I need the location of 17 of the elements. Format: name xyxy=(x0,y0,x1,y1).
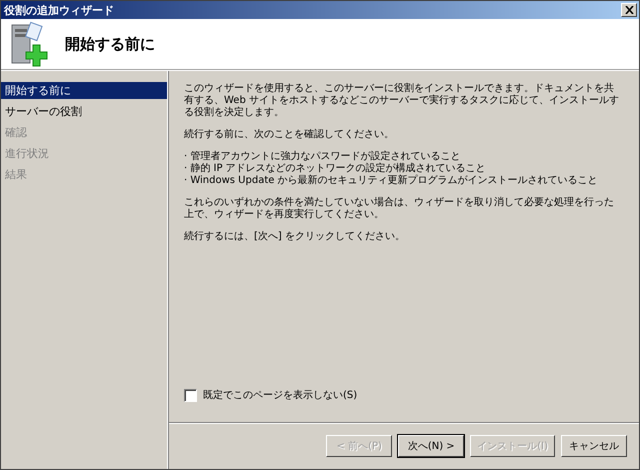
wizard-button[interactable]: キャンセル xyxy=(561,435,627,457)
checkbox-label: 既定でこのページを表示しない(S) xyxy=(203,388,358,402)
list-item: · 管理者アカウントに強力なパスワードが設定されていること xyxy=(184,151,462,162)
close-icon xyxy=(624,6,634,14)
paragraph: このウィザードを使用すると、このサーバーに役割をインストールできます。ドキュメントを共有する、Web サイトをホストするなどこのサーバーで実行するタスクに応じて、インストールする役割を決定します。 xyxy=(184,83,620,119)
paragraph: 続行する前に、次のことを確認してください。 xyxy=(184,129,395,141)
sidebar-item[interactable]: 開始する前に xyxy=(1,82,167,99)
wizard-button[interactable]: 次へ(N) > xyxy=(398,435,464,457)
list-item: · Windows Update から最新のセキュリティ更新プログラムがインストールされていること xyxy=(184,175,599,187)
checkbox[interactable] xyxy=(184,388,197,402)
page-heading: 開始する前に xyxy=(65,34,155,54)
list-item: · 静的 IP アドレスなどのネットワークの設定が構成されていること xyxy=(184,163,487,174)
close-button[interactable] xyxy=(621,3,637,17)
window-title: 役割の追加ウィザード xyxy=(4,2,114,18)
sidebar-item[interactable]: サーバーの役割 xyxy=(1,103,167,120)
paragraph: 続行するには、[次へ] をクリックしてください。 xyxy=(184,231,406,243)
paragraph: これらのいずれかの条件を満たしていない場合は、ウィザードを取り消して必要な処理を行った上で、ウィザードを再度実行してください。 xyxy=(184,197,615,221)
